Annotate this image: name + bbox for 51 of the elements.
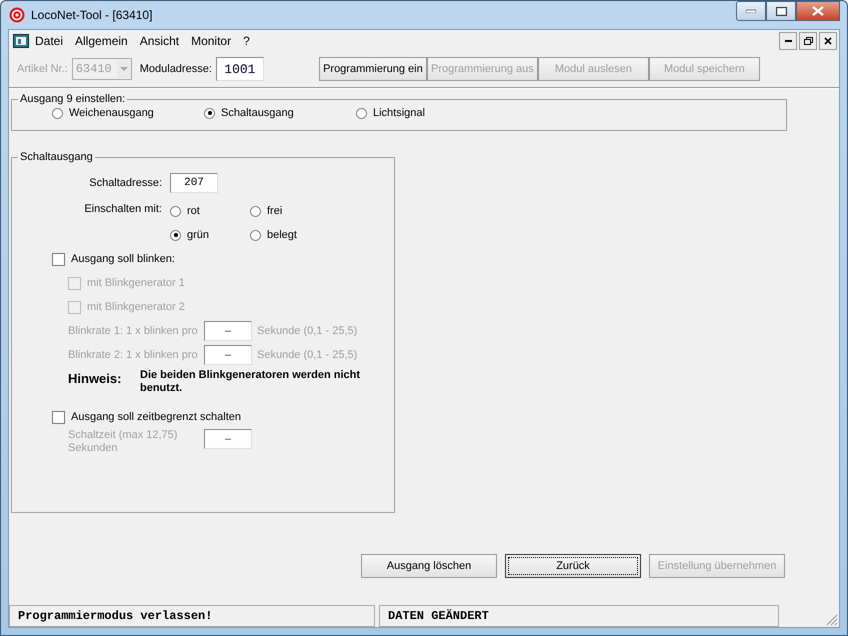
switch-address-field[interactable]: 207 (170, 173, 218, 193)
radio-option[interactable]: Schaltausgang (204, 107, 356, 119)
radio-option[interactable]: Lichtsignal (356, 107, 508, 119)
window-title: LocoNet-Tool - [63410] (31, 8, 152, 22)
minimize-icon (784, 40, 792, 42)
menu-item[interactable]: Datei (35, 34, 64, 48)
close-icon (812, 6, 824, 16)
close-icon (824, 37, 832, 45)
switch-time-label: Schaltzeit (max 12,75) Sekunden (68, 429, 178, 455)
checkbox-option[interactable]: Ausgang soll blinken: (52, 247, 394, 271)
note-label: Hinweis: (68, 370, 122, 386)
restore-button[interactable] (799, 32, 817, 50)
restore-icon (804, 37, 812, 45)
radio-option[interactable]: Weichenausgang (52, 107, 204, 119)
toolbar-button[interactable]: Programmierung ein (318, 57, 427, 81)
close-button[interactable] (819, 32, 837, 50)
radio-option[interactable]: frei (250, 205, 330, 217)
blink-rate-label: Blinkrate 2: 1 x blinken pro (68, 349, 199, 361)
article-label: Artikel Nr.: (17, 63, 68, 75)
radio-option[interactable]: rot (170, 205, 250, 217)
menu-item[interactable]: ? (243, 34, 250, 48)
blink-rate-label: Blinkrate 1: 1 x blinken pro (68, 325, 199, 337)
unit-label: Sekunde (0,1 - 25,5) (257, 349, 358, 361)
menu-item[interactable]: Monitor (191, 34, 232, 48)
resize-grip[interactable] (826, 614, 838, 626)
maximize-icon (776, 6, 786, 16)
status-text: DATEN GEÄNDERT (379, 605, 779, 627)
checkbox-option[interactable]: Ausgang soll zeitbegrenzt schalten (52, 405, 394, 429)
note-text: Die beiden Blinkgeneratoren werden nicht benutzt. (140, 369, 362, 395)
app-icon (9, 7, 25, 23)
module-address-label: Moduladresse: (140, 63, 212, 75)
switch-address-label: Schaltadresse: (88, 177, 163, 189)
switch-time-field[interactable]: – (204, 429, 252, 449)
action-button[interactable]: Ausgang löschen (361, 554, 497, 578)
menu-item[interactable]: Ansicht (140, 34, 180, 48)
minimize-button[interactable] (736, 1, 766, 21)
document-icon (13, 34, 29, 48)
radio-option[interactable]: belegt (250, 229, 330, 241)
unit-label: Sekunde (0,1 - 25,5) (257, 325, 358, 337)
group-title: Schaltausgang (19, 151, 94, 163)
close-button[interactable] (796, 1, 840, 21)
menu-item[interactable]: Allgemein (75, 34, 128, 48)
action-button[interactable]: Zurück (505, 554, 641, 578)
radio-option[interactable]: grün (170, 229, 250, 241)
module-address-field[interactable]: 1001 (216, 57, 264, 81)
switch-on-label: Einschalten mit: (83, 202, 163, 215)
group-title: Ausgang 9 einstellen: (19, 93, 126, 105)
minimize-icon (746, 9, 756, 13)
minimize-button[interactable] (779, 32, 797, 50)
maximize-button[interactable] (766, 1, 796, 21)
status-text: Programmiermodus verlassen! (9, 605, 375, 627)
